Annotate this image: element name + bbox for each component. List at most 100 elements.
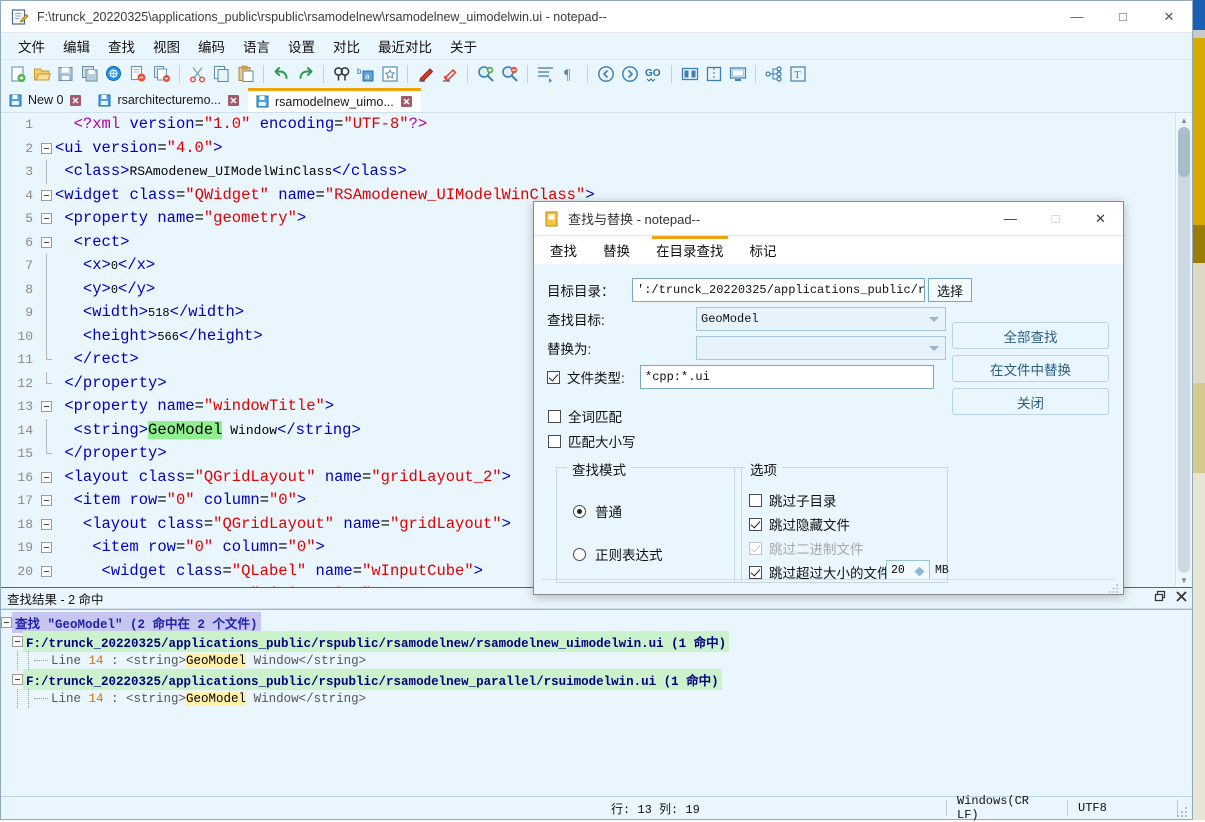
result-row[interactable]: F:/trunck_20220325/applications_public/r… <box>1 669 1192 690</box>
match-case-checkbox-box[interactable] <box>548 434 561 448</box>
fold-marker[interactable] <box>39 489 55 513</box>
cut-icon[interactable] <box>186 63 209 86</box>
tree-expander-icon[interactable] <box>12 674 23 685</box>
close-results-icon[interactable] <box>1175 590 1188 606</box>
column-view-icon[interactable] <box>702 63 725 86</box>
document-tab-2[interactable]: rsamodelnew_uimo... <box>247 88 421 112</box>
dialog-close-button[interactable]: ✕ <box>1078 202 1123 235</box>
replace-with-combobox[interactable] <box>696 336 946 360</box>
menu-item-4[interactable]: 编码 <box>189 33 234 59</box>
dialog-tab-0[interactable]: 查找 <box>546 238 581 264</box>
close-file-icon[interactable] <box>126 63 149 86</box>
zoom-in-icon[interactable] <box>474 63 497 86</box>
menu-item-2[interactable]: 查找 <box>99 33 144 59</box>
filetype-checkbox-box[interactable] <box>547 370 560 384</box>
find-target-combobox[interactable]: GeoModel <box>696 307 946 331</box>
indent-icon[interactable] <box>534 63 557 86</box>
editor-line[interactable]: 1 <?xml version="1.0" encoding="UTF-8"?> <box>1 113 1176 137</box>
document-tab-1[interactable]: rsarchitecturemo... <box>90 88 248 112</box>
maximize-button[interactable]: □ <box>1100 1 1146 32</box>
fold-marker[interactable] <box>39 207 55 231</box>
save-web-icon[interactable] <box>102 63 125 86</box>
open-file-icon[interactable] <box>30 63 53 86</box>
whole-word-checkbox[interactable]: 全词匹配 <box>548 406 622 426</box>
menu-item-5[interactable]: 语言 <box>234 33 279 59</box>
paste-icon[interactable] <box>234 63 257 86</box>
result-row[interactable]: Line 14 : <string>GeoModel Window</strin… <box>1 689 1192 708</box>
editor-vertical-scrollbar[interactable]: ▲ ▼ <box>1175 113 1192 587</box>
fold-marker[interactable] <box>39 137 55 161</box>
match-case-checkbox[interactable]: 匹配大小写 <box>548 431 636 451</box>
fold-marker[interactable] <box>39 395 55 419</box>
scrollbar-track[interactable] <box>1178 127 1190 573</box>
clear-all-mark-icon[interactable] <box>438 63 461 86</box>
skip-large-box[interactable] <box>749 565 762 579</box>
tree-expander-icon[interactable] <box>12 636 23 647</box>
save-all-icon[interactable] <box>78 63 101 86</box>
fold-marker[interactable] <box>39 560 55 584</box>
next-icon[interactable] <box>618 63 641 86</box>
menu-item-7[interactable]: 对比 <box>324 33 369 59</box>
resize-grip[interactable] <box>1177 805 1189 817</box>
menu-item-1[interactable]: 编辑 <box>54 33 99 59</box>
chevron-down-icon-2[interactable] <box>929 346 939 351</box>
clear-mark-icon[interactable] <box>414 63 437 86</box>
fold-marker[interactable] <box>39 184 55 208</box>
mode-normal-radio[interactable]: 普通 <box>573 501 622 521</box>
mode-normal-radio-circle[interactable] <box>573 504 586 518</box>
tree-view-icon[interactable] <box>762 63 785 86</box>
copy-icon[interactable] <box>210 63 233 86</box>
whole-word-checkbox-box[interactable] <box>548 409 561 423</box>
scroll-up-arrow[interactable]: ▲ <box>1176 113 1192 127</box>
paragraph-icon[interactable]: ¶ <box>558 63 581 86</box>
prev-icon[interactable] <box>594 63 617 86</box>
replace-in-files-button[interactable]: 在文件中替换 <box>952 355 1109 382</box>
search-results-tree[interactable]: 查找 "GeoModel" (2 命中在 2 个文件) F:/trunck_202… <box>1 609 1192 813</box>
skip-hidden-box[interactable] <box>749 517 762 531</box>
minimize-button[interactable]: — <box>1054 1 1100 32</box>
split-view-icon[interactable] <box>678 63 701 86</box>
result-row[interactable]: Line 14 : <string>GeoModel Window</strin… <box>1 651 1192 670</box>
close-all-icon[interactable] <box>150 63 173 86</box>
fold-marker[interactable] <box>39 231 55 255</box>
undo-icon[interactable] <box>270 63 293 86</box>
dialog-tab-1[interactable]: 替换 <box>599 238 634 264</box>
menu-item-8[interactable]: 最近对比 <box>369 33 441 59</box>
filetype-checkbox[interactable]: 文件类型: <box>547 367 640 387</box>
fold-marker[interactable] <box>39 466 55 490</box>
text-tool-icon[interactable]: T <box>786 63 809 86</box>
document-tab-0[interactable]: New 0 <box>1 88 90 112</box>
monitor-icon[interactable] <box>726 63 749 86</box>
go-to-icon[interactable]: GO <box>642 63 665 86</box>
bookmark-icon[interactable] <box>378 63 401 86</box>
replace-icon[interactable]: ba <box>354 63 377 86</box>
dialog-minimize-button[interactable]: — <box>988 202 1033 235</box>
find-icon[interactable] <box>330 63 353 86</box>
tree-expander-icon[interactable] <box>1 617 12 628</box>
tab-close-icon-0[interactable] <box>69 94 82 107</box>
fold-marker[interactable] <box>39 513 55 537</box>
filetype-input[interactable]: *cpp:*.ui <box>640 365 934 389</box>
new-file-icon[interactable] <box>6 63 29 86</box>
redo-icon[interactable] <box>294 63 317 86</box>
result-row[interactable]: 查找 "GeoModel" (2 命中在 2 个文件) <box>1 612 1192 633</box>
result-row[interactable]: F:/trunck_20220325/applications_public/r… <box>1 631 1192 652</box>
scroll-down-arrow[interactable]: ▼ <box>1176 573 1192 587</box>
scrollbar-thumb[interactable] <box>1178 127 1190 177</box>
skip-subdirs-box[interactable] <box>749 493 762 507</box>
find-all-button[interactable]: 全部查找 <box>952 322 1109 349</box>
skip-hidden-checkbox[interactable]: 跳过隐藏文件 <box>749 514 850 534</box>
zoom-out-icon[interactable] <box>498 63 521 86</box>
chevron-down-icon[interactable] <box>929 317 939 322</box>
save-icon[interactable] <box>54 63 77 86</box>
tab-close-icon-1[interactable] <box>227 94 240 107</box>
dialog-tab-2[interactable]: 在目录查找 <box>652 236 728 264</box>
close-button[interactable]: ✕ <box>1146 1 1192 32</box>
browse-button[interactable]: 选择 <box>928 278 972 302</box>
max-size-spinner[interactable]: 20 <box>886 560 930 580</box>
mode-regex-radio[interactable]: 正则表达式 <box>573 544 663 564</box>
menu-item-0[interactable]: 文件 <box>9 33 54 59</box>
menu-item-9[interactable]: 关于 <box>441 33 486 59</box>
menu-item-3[interactable]: 视图 <box>144 33 189 59</box>
dialog-maximize-button[interactable]: □ <box>1033 202 1078 235</box>
